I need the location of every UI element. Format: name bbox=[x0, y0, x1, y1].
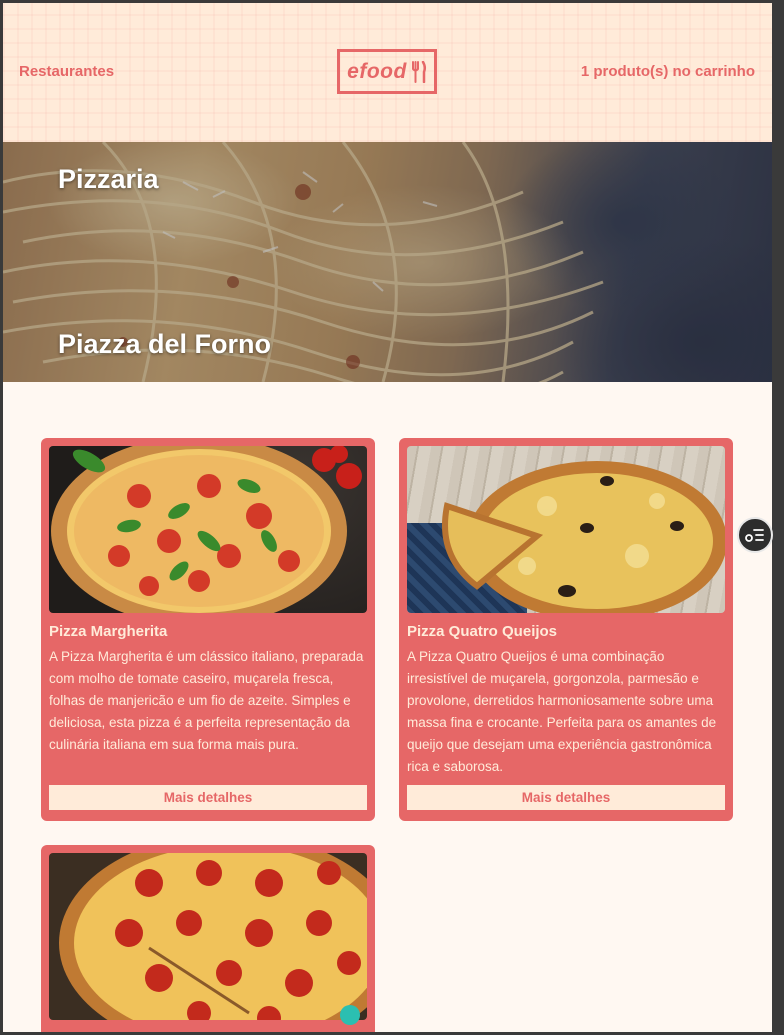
restaurant-type: Pizzaria bbox=[58, 164, 159, 194]
product-description: A Pizza Quatro Queijos é uma combinação … bbox=[407, 649, 717, 774]
nav-restaurants-link[interactable]: Restaurantes bbox=[19, 63, 114, 80]
restaurant-banner: Pizzaria Piazza del Forno bbox=[3, 142, 772, 382]
details-button[interactable]: Mais detalhes bbox=[407, 785, 725, 810]
list-settings-icon[interactable] bbox=[737, 517, 773, 553]
product-card: Pizza Margherita A Pizza Margherita é um… bbox=[41, 438, 375, 821]
details-button[interactable]: Mais detalhes bbox=[49, 785, 367, 810]
page: Restaurantes efood 1 produto(s) no carri… bbox=[3, 3, 772, 1032]
logo-text: efood bbox=[347, 59, 407, 83]
site-header: Restaurantes efood 1 produto(s) no carri… bbox=[3, 3, 772, 142]
pizza-margherita-image bbox=[49, 446, 367, 613]
fork-knife-icon bbox=[411, 60, 426, 83]
efood-logo[interactable]: efood bbox=[337, 49, 437, 94]
pizza-pepperoni-image bbox=[49, 853, 367, 1020]
product-card: Pizza Quatro Queijos A Pizza Quatro Quei… bbox=[399, 438, 733, 821]
pizza-quatro-queijos-image bbox=[407, 446, 725, 613]
restaurant-name: Piazza del Forno bbox=[58, 329, 272, 359]
product-title: Pizza Quatro Queijos bbox=[407, 623, 558, 640]
cart-link[interactable]: 1 produto(s) no carrinho bbox=[581, 63, 755, 80]
product-description: A Pizza Margherita é um clássico italian… bbox=[49, 649, 364, 752]
chef-hat-icon bbox=[340, 1005, 360, 1025]
product-card bbox=[41, 845, 375, 1032]
product-title: Pizza Margherita bbox=[49, 623, 168, 640]
